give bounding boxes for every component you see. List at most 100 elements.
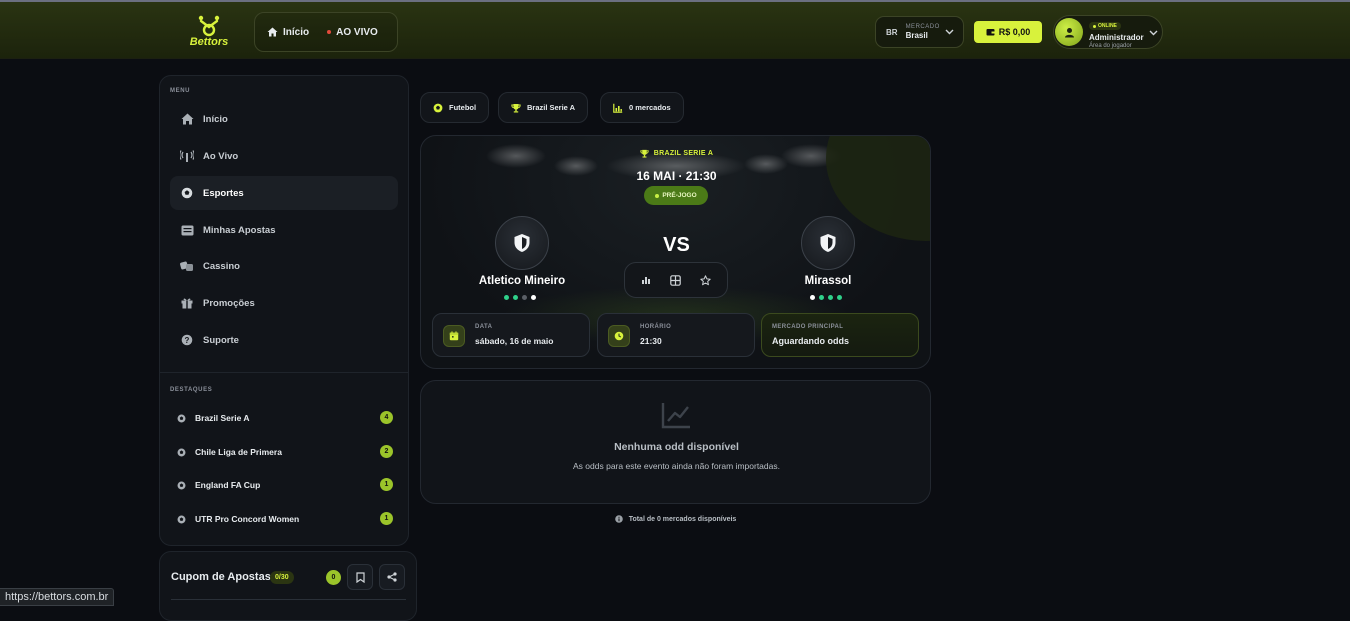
trophy-icon <box>640 149 649 158</box>
stats-icon <box>641 277 650 284</box>
balance-button[interactable]: R$ 0,00 <box>974 21 1042 43</box>
info-main-market: MERCADO PRINCIPAL Aguardando odds <box>761 313 919 357</box>
league-name: BRAZIL SERIE A <box>653 150 714 157</box>
dice-icon <box>180 261 193 271</box>
chip-label: Futebol <box>449 103 477 112</box>
main-market-label: MERCADO PRINCIPAL <box>772 324 844 330</box>
home-team-name: Atletico Mineiro <box>478 275 566 287</box>
empty-state-title: Nenhuma odd disponível <box>614 441 739 453</box>
info-icon <box>614 515 623 523</box>
coupon-divider <box>171 599 406 600</box>
browser-status-bar: https://bettors.com.br <box>0 588 115 606</box>
highlight-item[interactable]: Chile Liga de Primera 2 <box>170 437 398 467</box>
home-team-form <box>504 295 536 300</box>
coupon-title: Cupom de Apostas <box>171 571 271 583</box>
form-dot <box>819 295 824 300</box>
date-label: DATA <box>475 324 493 330</box>
bookmark-button[interactable] <box>347 564 373 590</box>
online-text: ONLINE <box>1098 23 1117 29</box>
sidebar-item-label: Início <box>203 113 228 125</box>
logo-text: Bettors <box>189 36 229 48</box>
sidebar-item-promocoes[interactable]: Promoções <box>170 286 398 320</box>
favorite-button[interactable] <box>700 274 712 286</box>
form-dot <box>837 295 842 300</box>
highlight-label: England FA Cup <box>195 480 261 490</box>
sidebar-item-inicio[interactable]: Início <box>170 102 398 136</box>
shield-icon <box>820 234 836 252</box>
svg-text:?: ? <box>185 336 190 345</box>
logo[interactable]: Bettors <box>188 15 230 51</box>
help-icon: ? <box>181 334 193 346</box>
chip-league[interactable]: Brazil Serie A <box>498 92 589 123</box>
chevron-down-icon <box>945 29 954 35</box>
nav-live[interactable]: AO VIVO <box>327 27 378 38</box>
market-label: MERCADO <box>905 23 940 30</box>
wallet-icon <box>986 29 995 36</box>
sidebar-divider <box>160 372 408 373</box>
form-dot <box>810 295 815 300</box>
main-market-value: Aguardando odds <box>772 336 849 346</box>
market-code: BR <box>886 27 898 37</box>
chip-markets[interactable]: 0 mercados <box>600 92 684 123</box>
sidebar-item-label: Promoções <box>203 297 255 309</box>
soccer-ball-icon <box>433 103 443 112</box>
sidebar-item-suporte[interactable]: ? Suporte <box>170 323 398 357</box>
highlight-item[interactable]: England FA Cup 1 <box>170 470 398 500</box>
sidebar-item-esportes[interactable]: Esportes <box>170 176 398 210</box>
total-markets: Total de 0 mercados disponíveis <box>420 515 931 523</box>
empty-state-text: As odds para este evento ainda não foram… <box>573 461 780 471</box>
chip-sport[interactable]: Futebol <box>420 92 490 123</box>
user-name: Administrador <box>1089 32 1144 42</box>
star-icon <box>700 274 712 285</box>
away-team-name: Mirassol <box>804 275 852 287</box>
trophy-icon <box>511 103 521 112</box>
chip-label: 0 mercados <box>629 103 671 112</box>
clock-badge <box>608 325 630 347</box>
time-label: HORÁRIO <box>640 324 672 330</box>
soccer-ball-icon <box>181 187 193 199</box>
away-team-badge[interactable] <box>801 216 855 270</box>
soccer-ball-icon <box>177 515 186 523</box>
home-icon <box>267 27 278 37</box>
kickoff-time: 16 MAI · 21:30 <box>636 169 717 183</box>
share-icon <box>387 572 397 582</box>
menu-section-label: MENU <box>170 88 191 94</box>
avatar <box>1055 18 1083 46</box>
nav-home[interactable]: Início <box>267 27 309 38</box>
top-bar: Bettors Início AO VIVO BR MERCADO Brasil… <box>0 0 1350 59</box>
online-badge: ONLINE <box>1089 22 1121 30</box>
match-card: BRAZIL SERIE A 16 MAI · 21:30 PRÉ-JOGO A… <box>420 135 931 369</box>
market-selector[interactable]: BR MERCADO Brasil <box>875 16 964 48</box>
soccer-ball-icon <box>177 448 186 456</box>
chart-line-icon <box>661 403 690 429</box>
user-menu[interactable]: ONLINE Administrador Área do jogador <box>1053 15 1163 49</box>
highlight-count: 2 <box>380 445 393 458</box>
status-text: PRÉ-JOGO <box>662 192 697 199</box>
sidebar-item-label: Ao Vivo <box>203 150 239 162</box>
form-dot <box>513 295 518 300</box>
highlight-label: Brazil Serie A <box>195 413 250 423</box>
sidebar-item-minhas-apostas[interactable]: Minhas Apostas <box>170 213 398 247</box>
broadcast-icon <box>180 150 194 162</box>
share-button[interactable] <box>379 564 405 590</box>
sidebar-item-cassino[interactable]: Cassino <box>170 249 398 283</box>
calendar-badge <box>443 325 465 347</box>
grid-button[interactable] <box>670 274 681 286</box>
date-value: sábado, 16 de maio <box>475 336 554 346</box>
user-icon <box>1064 27 1074 37</box>
home-icon <box>181 113 193 125</box>
highlight-item[interactable]: UTR Pro Concord Women 1 <box>170 504 398 534</box>
chevron-down-icon <box>1149 30 1158 36</box>
highlights-section-label: DESTAQUES <box>170 387 213 393</box>
top-nav: Início AO VIVO <box>254 12 398 52</box>
form-dot <box>504 295 509 300</box>
nav-home-label: Início <box>283 26 310 38</box>
coupon-count: 0 <box>326 570 341 585</box>
stats-button[interactable] <box>641 275 651 285</box>
match-actions <box>624 262 728 298</box>
highlight-item[interactable]: Brazil Serie A 4 <box>170 403 398 433</box>
total-markets-text: Total de 0 mercados disponíveis <box>628 515 737 523</box>
form-dot <box>531 295 536 300</box>
list-icon <box>181 225 193 235</box>
sidebar-item-ao-vivo[interactable]: Ao Vivo <box>170 139 398 173</box>
